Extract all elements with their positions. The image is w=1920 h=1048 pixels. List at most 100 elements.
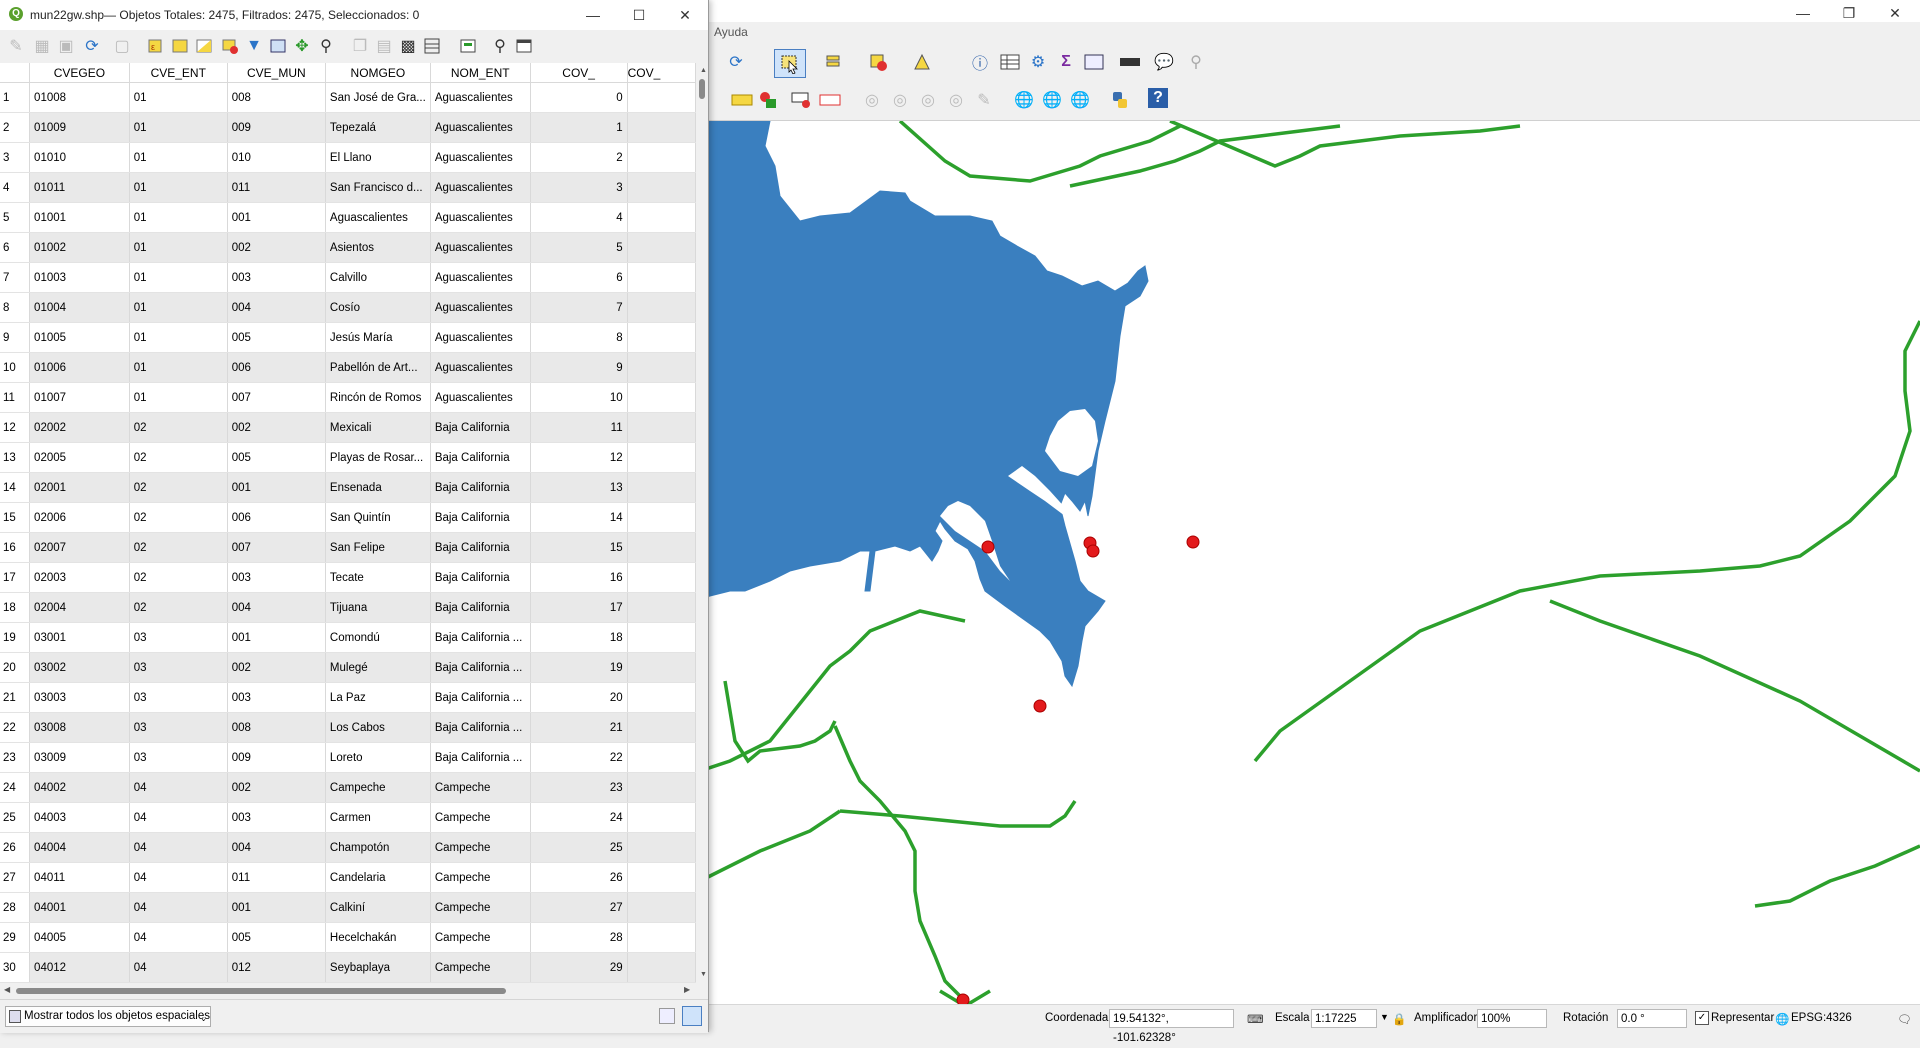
table-cell[interactable]: 007 — [227, 382, 326, 413]
vertical-scroll-thumb[interactable] — [699, 79, 705, 99]
column-header[interactable]: COV_ — [530, 63, 628, 83]
table-cell[interactable]: 12 — [530, 442, 628, 473]
table-cell[interactable]: 012 — [227, 952, 326, 983]
row-number[interactable]: 12 — [0, 412, 31, 443]
table-cell[interactable]: Playas de Rosar... — [325, 442, 431, 473]
table-cell[interactable]: 01006 — [29, 352, 130, 383]
table-cell[interactable]: Baja California ... — [430, 652, 531, 683]
table-cell[interactable]: 01008 — [29, 82, 130, 113]
row-number[interactable]: 29 — [0, 922, 31, 953]
row-number[interactable]: 9 — [0, 322, 31, 353]
table-cell[interactable]: 24 — [530, 802, 628, 833]
table-cell[interactable]: Aguascalientes — [430, 112, 531, 143]
table-cell[interactable]: 1 — [530, 112, 628, 143]
table-cell[interactable]: 4 — [530, 202, 628, 233]
table-cell[interactable]: 20 — [530, 682, 628, 713]
table-cell-empty[interactable] — [627, 262, 696, 293]
column-header[interactable]: NOM_ENT — [430, 63, 531, 83]
table-cell[interactable]: 01 — [129, 172, 228, 203]
attr-minimize-icon[interactable]: — — [570, 4, 616, 26]
table-row[interactable]: 22 03008 03 008 Los Cabos Baja California ...… — [0, 712, 696, 743]
table-cell[interactable]: 002 — [227, 772, 326, 803]
pan-to-selected-icon[interactable]: ✥ — [290, 34, 314, 58]
table-cell-empty[interactable] — [627, 952, 696, 983]
table-cell[interactable]: Baja California — [430, 502, 531, 533]
table-cell[interactable]: 16 — [530, 562, 628, 593]
table-row[interactable]: 24 04002 04 002 Campeche Campeche 23 — [0, 772, 696, 803]
table-row[interactable]: 29 04005 04 005 Hecelchakán Campeche 28 — [0, 922, 696, 953]
table-cell[interactable]: 29 — [530, 952, 628, 983]
row-number[interactable]: 16 — [0, 532, 31, 563]
table-row[interactable]: 11 01007 01 007 Rincón de Romos Aguascaliente… — [0, 382, 696, 413]
table-cell[interactable]: 01007 — [29, 382, 130, 413]
table-cell[interactable]: 006 — [227, 352, 326, 383]
attribute-grid[interactable]: CVEGEO CVE_ENT CVE_MUN NOMGEO NOM_ENT COV_ COV… — [0, 63, 696, 983]
column-header[interactable]: CVE_ENT — [129, 63, 228, 83]
table-cell-empty[interactable] — [627, 862, 696, 893]
table-row[interactable]: 26 04004 04 004 Champotón Campeche 25 — [0, 832, 696, 863]
table-cell[interactable]: 01 — [129, 202, 228, 233]
invert-selection-icon[interactable] — [192, 34, 216, 58]
globe-info-icon[interactable]: 🌐 — [1068, 88, 1092, 112]
table-cell[interactable]: San José de Gra... — [325, 82, 431, 113]
table-cell[interactable]: Campeche — [430, 772, 531, 803]
table-cell-empty[interactable] — [627, 172, 696, 203]
table-cell[interactable]: 04005 — [29, 922, 130, 953]
table-cell[interactable]: Campeche — [430, 832, 531, 863]
table-cell-empty[interactable] — [627, 592, 696, 623]
table-cell[interactable]: Aguascalientes — [325, 202, 431, 233]
table-cell-empty[interactable] — [627, 112, 696, 143]
table-cell-empty[interactable] — [627, 712, 696, 743]
table-cell[interactable]: 01 — [129, 82, 228, 113]
row-number[interactable]: 26 — [0, 832, 31, 863]
horizontal-scrollbar[interactable]: ◀ ▶ — [0, 983, 696, 999]
table-cell[interactable]: 04 — [129, 952, 228, 983]
row-number[interactable]: 28 — [0, 892, 31, 923]
column-header[interactable]: NOMGEO — [325, 63, 431, 83]
table-cell[interactable]: 21 — [530, 712, 628, 743]
table-row[interactable]: 7 01003 01 003 Calvillo Aguascalientes 6 — [0, 262, 696, 293]
table-cell[interactable]: Ensenada — [325, 472, 431, 503]
row-number[interactable]: 20 — [0, 652, 31, 683]
table-cell[interactable]: Campeche — [430, 922, 531, 953]
table-cell[interactable]: 03008 — [29, 712, 130, 743]
conditional-format-icon[interactable]: ▩ — [396, 34, 420, 58]
table-cell[interactable]: 03009 — [29, 742, 130, 773]
table-cell[interactable]: Baja California ... — [430, 682, 531, 713]
crs-label[interactable]: EPSG:4326 — [1791, 1012, 1852, 1024]
table-cell-empty[interactable] — [627, 202, 696, 233]
table-cell[interactable]: 04 — [129, 802, 228, 833]
diagram-icon[interactable] — [756, 88, 780, 112]
table-cell[interactable]: La Paz — [325, 682, 431, 713]
scale-dropdown-icon[interactable]: ▼ — [1380, 1012, 1389, 1022]
row-number[interactable]: 4 — [0, 172, 31, 203]
table-cell[interactable]: Tijuana — [325, 592, 431, 623]
table-cell[interactable]: 9 — [530, 352, 628, 383]
table-cell-empty[interactable] — [627, 922, 696, 953]
statistics-sigma-icon[interactable]: Σ — [1054, 50, 1078, 74]
table-cell[interactable]: Baja California ... — [430, 622, 531, 653]
table-cell[interactable]: 10 — [530, 382, 628, 413]
table-cell[interactable]: 28 — [530, 922, 628, 953]
crs-globe-icon[interactable]: 🌐 — [1775, 1012, 1789, 1026]
table-cell[interactable]: 5 — [530, 232, 628, 263]
table-cell[interactable]: 005 — [227, 442, 326, 473]
select-all-icon[interactable] — [168, 34, 192, 58]
table-cell[interactable]: Rincón de Romos — [325, 382, 431, 413]
table-cell[interactable]: Aguascalientes — [430, 232, 531, 263]
select-location-icon[interactable] — [910, 50, 934, 74]
table-cell[interactable]: Baja California — [430, 442, 531, 473]
measure-icon[interactable] — [1118, 50, 1142, 74]
table-cell[interactable]: 11 — [530, 412, 628, 443]
table-cell[interactable]: Tecate — [325, 562, 431, 593]
table-cell[interactable]: 01010 — [29, 142, 130, 173]
row-number[interactable]: 23 — [0, 742, 31, 773]
table-cell[interactable]: Cosío — [325, 292, 431, 323]
table-cell-empty[interactable] — [627, 832, 696, 863]
row-number[interactable]: 11 — [0, 382, 31, 413]
table-cell[interactable]: Aguascalientes — [430, 202, 531, 233]
table-cell[interactable]: Comondú — [325, 622, 431, 653]
table-cell-empty[interactable] — [627, 472, 696, 503]
table-cell[interactable]: 15 — [530, 532, 628, 563]
table-cell-empty[interactable] — [627, 142, 696, 173]
